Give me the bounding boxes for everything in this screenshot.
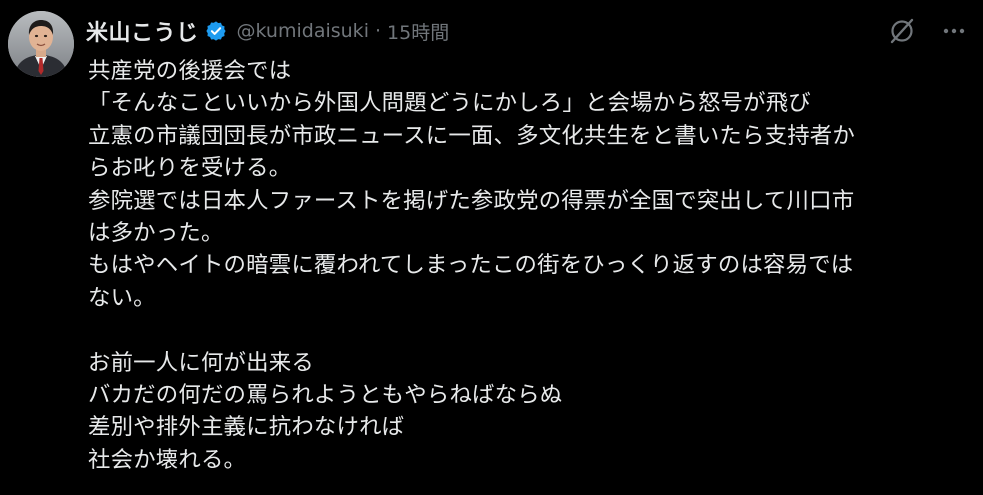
post-text-line: 参院選では日本人ファーストを掲げた参政党の得票が全国で突出して川口市 [88,187,855,214]
post: 米山こうじ @kumidaisuki · 15時間 共産党の後援会では 「そんな… [0,0,983,495]
post-text-blank-line [88,314,968,346]
post-text-line: らお叱りを受ける。 [88,155,292,182]
post-text-line: もはやヘイトの暗雲に覆われてしまったこの街をひっくり返すのは容易では [88,252,854,279]
post-text-line: 社会か壊れる。 [88,446,247,473]
separator-dot: · [374,20,382,42]
three-dots-icon [943,28,965,34]
post-text-line: バカだの何だの罵られようともやらねばならぬ [88,381,563,408]
post-text-line: 共産党の後援会では [88,58,292,84]
post-text-line: 差別や排外主義に抗わなければ [88,414,405,441]
post-text-line: 立憲の市議団団長が市政ニュースに一面、多文化共生をと書いたら支持者か [88,122,855,149]
verified-badge-icon [205,20,227,42]
post-text-line: お前一人に何が出来る [88,349,314,376]
handle[interactable]: @kumidaisuki [237,20,369,42]
display-name[interactable]: 米山こうじ [86,15,199,47]
avatar[interactable] [8,11,74,77]
timestamp[interactable]: 15時間 [387,18,449,45]
post-text-line: は多かった。 [88,219,224,246]
slashed-circle-icon [890,18,914,44]
post-text-line: 「そんなこといいから外国人問題どうにかしろ」と会場から怒号が飛び [88,90,811,117]
post-header: 米山こうじ @kumidaisuki · 15時間 [86,14,449,48]
post-text-line: ない。 [88,284,156,311]
more-button[interactable] [939,16,969,46]
post-text: 共産党の後援会では 「そんなこといいから外国人問題どうにかしろ」と会場から怒号が… [88,55,968,476]
grok-button[interactable] [887,16,917,46]
post-actions [887,16,969,46]
profile-photo-icon [8,11,74,77]
